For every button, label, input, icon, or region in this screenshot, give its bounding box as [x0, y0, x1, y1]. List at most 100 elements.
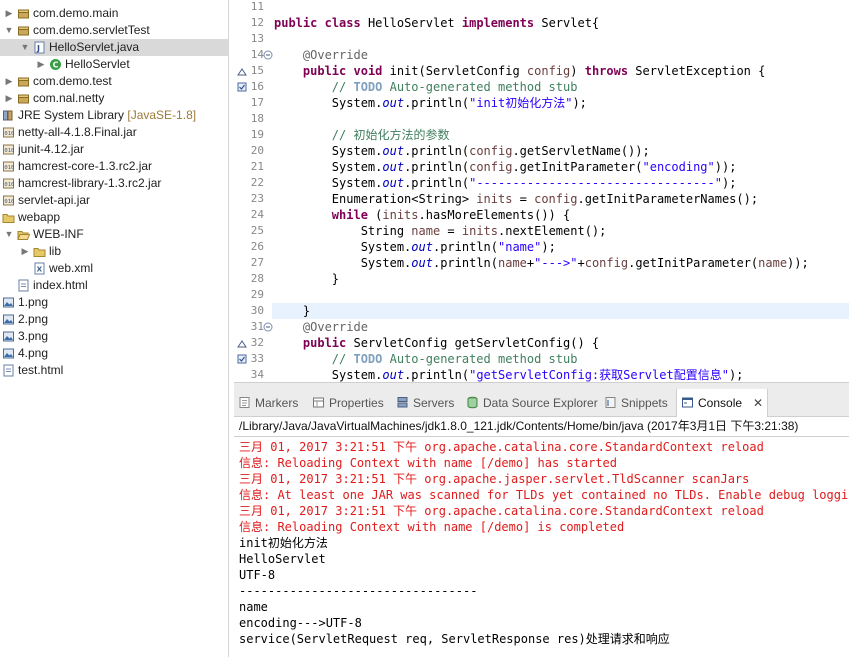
tree-item[interactable]: ▶ com.nal.netty [0, 90, 228, 107]
console-output-line: init初始化方法 [239, 536, 328, 550]
expand-arrow-icon[interactable]: ▶ [4, 73, 14, 90]
tree-item[interactable]: index.html [0, 277, 228, 294]
tree-item-label: HelloServlet [65, 56, 130, 73]
tree-item[interactable]: 010 netty-all-4.1.8.Final.jar [0, 124, 228, 141]
tab-servers[interactable]: Servers [392, 389, 462, 416]
code-line[interactable]: public void init(ServletConfig config) t… [274, 63, 765, 79]
code-line[interactable]: public class HelloServlet implements Ser… [274, 15, 599, 31]
code-line[interactable]: System.out.println(config.getInitParamet… [274, 159, 737, 175]
java-editor[interactable]: 11 12 13 14 15 16 17 18 19 20 21 22 23 24 25 26 27 28 29 30… [234, 0, 849, 382]
line-number: 28 [250, 272, 264, 285]
fold-toggle-icon[interactable] [263, 322, 273, 332]
tree-item-text: 1.png [18, 295, 49, 309]
tree-item-text: com.nal.netty [33, 91, 105, 105]
expand-arrow-icon[interactable]: ▶ [36, 56, 46, 73]
code-line[interactable]: // TODO Auto-generated method stub [274, 79, 578, 95]
tree-item[interactable]: 4.png [0, 345, 228, 362]
tree-item-label: lib [49, 243, 61, 260]
code-line[interactable]: Enumeration<String> inits = config.getIn… [274, 191, 758, 207]
tree-item[interactable]: Xweb.xml [0, 260, 228, 277]
svg-text:010: 010 [4, 182, 14, 188]
code-line[interactable]: System.out.println("init初始化方法"); [274, 95, 587, 111]
tree-item[interactable]: 010 junit-4.12.jar [0, 141, 228, 158]
code-line[interactable]: // TODO Auto-generated method stub [274, 351, 578, 367]
fold-toggle-icon[interactable] [263, 50, 273, 60]
svg-text:010: 010 [4, 165, 14, 171]
collapse-arrow-icon[interactable]: ▼ [4, 22, 14, 39]
code-line[interactable]: System.out.println("--------------------… [274, 175, 737, 191]
tree-item-label: com.demo.servletTest [33, 22, 150, 39]
console-error-line: 三月 01, 2017 3:21:51 下午 org.apache.catali… [239, 440, 764, 454]
tab-console[interactable]: Console ✕ [676, 389, 768, 417]
expand-arrow-icon[interactable]: ▶ [20, 243, 30, 260]
console-error-line: 三月 01, 2017 3:21:51 下午 org.apache.catali… [239, 504, 764, 518]
console-view[interactable]: /Library/Java/JavaVirtualMachines/jdk1.8… [234, 417, 849, 657]
editor-gutter: 11 12 13 14 15 16 17 18 19 20 21 22 23 24 25 26 27 28 29 30… [234, 0, 273, 382]
tab-snippets[interactable]: Snippets [600, 389, 676, 416]
collapse-arrow-icon[interactable]: ▼ [20, 39, 30, 56]
code-line[interactable]: System.out.println(name+"--->"+config.ge… [274, 255, 809, 271]
tree-item[interactable]: 010 servlet-api.jar [0, 192, 228, 209]
code-line[interactable]: @Override [274, 47, 368, 63]
tree-item[interactable]: ▶ com.demo.test [0, 73, 228, 90]
tree-item-text: netty-all-4.1.8.Final.jar [18, 125, 137, 139]
svg-text:010: 010 [4, 148, 14, 154]
console-launch-path: /Library/Java/JavaVirtualMachines/jdk1.8… [239, 419, 799, 433]
snippets-icon [605, 397, 616, 408]
line-number: 12 [250, 16, 264, 29]
tree-item-label: webapp [18, 209, 60, 226]
tree-item[interactable]: ▶ C HelloServlet [0, 56, 228, 73]
tab-markers[interactable]: Markers [234, 389, 308, 416]
image-file-icon [3, 314, 14, 325]
code-line[interactable]: System.out.println("name"); [274, 239, 556, 255]
folder-icon [33, 248, 46, 257]
tree-item[interactable]: 010 hamcrest-library-1.3.rc2.jar [0, 175, 228, 192]
override-marker-icon[interactable] [237, 339, 247, 349]
close-icon[interactable]: ✕ [753, 389, 763, 417]
code-line[interactable]: @Override [274, 319, 368, 335]
tree-item-text: WEB-INF [33, 227, 84, 241]
expand-arrow-icon[interactable]: ▶ [4, 5, 14, 22]
tree-item[interactable]: ▼ WEB-INF [0, 226, 228, 243]
tree-item-text: 3.png [18, 329, 49, 343]
tree-item[interactable]: webapp [0, 209, 228, 226]
console-error-line: 三月 01, 2017 3:21:51 下午 org.apache.jasper… [239, 472, 750, 486]
tree-item[interactable]: ▼ J HelloServlet.java [0, 39, 228, 56]
tree-item[interactable]: 1.png [0, 294, 228, 311]
code-line[interactable]: while (inits.hasMoreElements()) { [274, 207, 570, 223]
tree-item-text: test.html [18, 363, 64, 377]
line-number: 22 [250, 176, 264, 189]
code-line[interactable]: public ServletConfig getServletConfig() … [274, 335, 599, 351]
console-error-line: 信息: At least one JAR was scanned for TLD… [239, 488, 849, 502]
code-line[interactable]: System.out.println(config.getServletName… [274, 143, 650, 159]
task-marker-icon[interactable] [237, 82, 247, 92]
tree-item[interactable]: test.html [0, 362, 228, 379]
console-icon [682, 397, 693, 408]
panel-splitter[interactable] [234, 382, 849, 389]
tab-data-source-explorer[interactable]: Data Source Explorer [462, 389, 600, 416]
override-marker-icon[interactable] [237, 67, 247, 77]
code-line[interactable]: // 初始化方法的参数 [274, 127, 450, 143]
task-marker-icon[interactable] [237, 354, 247, 364]
line-number: 19 [250, 128, 264, 141]
tree-item[interactable]: 2.png [0, 311, 228, 328]
tree-item[interactable]: ▶ com.demo.main [0, 5, 228, 22]
tree-item[interactable]: 010 hamcrest-core-1.3.rc2.jar [0, 158, 228, 175]
tab-label: Data Source Explorer [483, 396, 598, 410]
tree-item[interactable]: ▶ lib [0, 243, 228, 260]
code-line[interactable]: } [272, 303, 849, 319]
tree-item[interactable]: ▼ com.demo.servletTest [0, 22, 228, 39]
svg-text:J: J [36, 44, 40, 53]
code-line[interactable]: String name = inits.nextElement(); [274, 223, 607, 239]
expand-arrow-icon[interactable]: ▶ [4, 90, 14, 107]
jar-icon: 010 [3, 161, 14, 172]
console-divider [234, 436, 849, 437]
code-line[interactable]: } [274, 271, 339, 287]
tree-item[interactable]: 3.png [0, 328, 228, 345]
tree-item-label: 2.png [18, 311, 48, 328]
tab-label: Servers [413, 396, 455, 410]
tree-item[interactable]: JRE System Library [JavaSE-1.8] [0, 107, 228, 124]
tab-properties[interactable]: Properties [308, 389, 392, 416]
collapse-arrow-icon[interactable]: ▼ [4, 226, 14, 243]
code-line[interactable]: System.out.println("getServletConfig:获取S… [274, 367, 744, 382]
